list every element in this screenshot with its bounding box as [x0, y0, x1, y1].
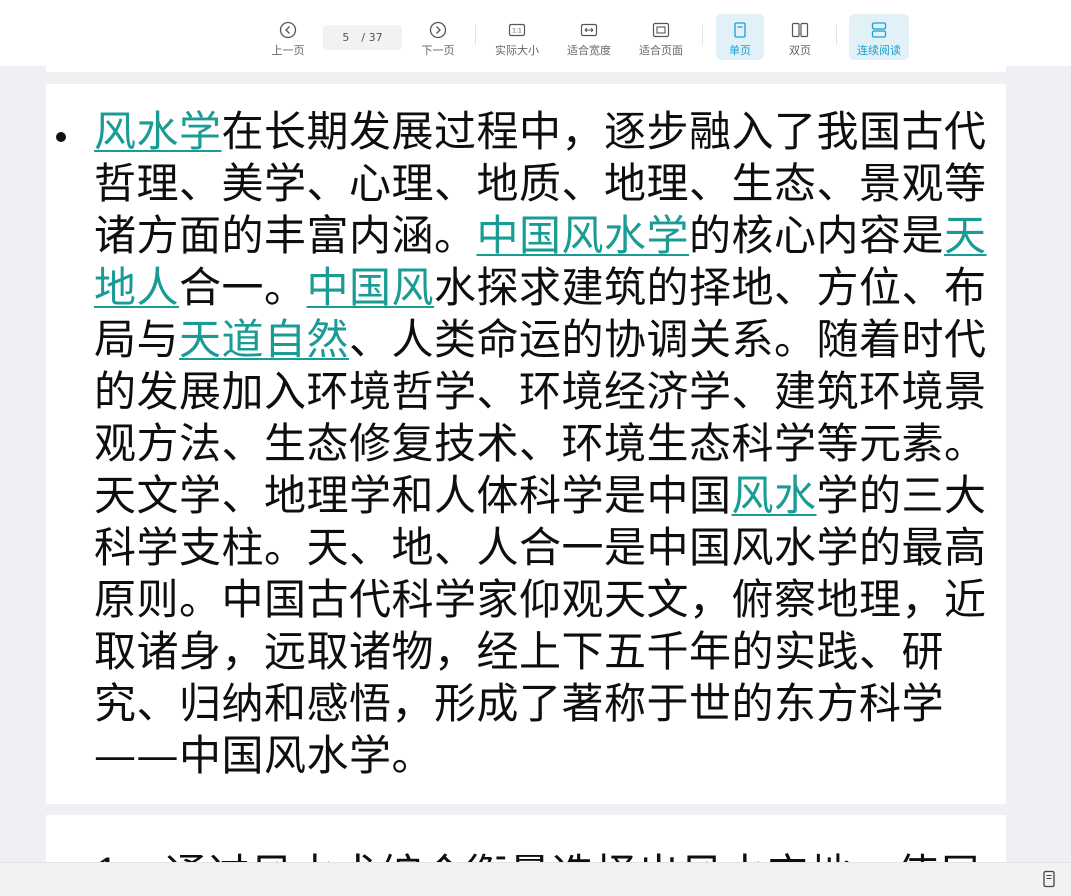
- keyword-link-fengshuixue[interactable]: 风水学: [94, 107, 222, 156]
- single-page-button[interactable]: 单页: [716, 14, 764, 60]
- continuous-read-icon: [871, 22, 887, 38]
- actual-size-label: 实际大小: [495, 44, 539, 57]
- fit-page-button[interactable]: 适合页面: [633, 14, 689, 60]
- status-bar: [0, 862, 1071, 896]
- one-to-one-icon: 1:1: [508, 23, 526, 37]
- next-page-button[interactable]: 下一页: [414, 14, 462, 60]
- svg-text:1:1: 1:1: [512, 28, 522, 35]
- paragraph-text: 合一。: [179, 263, 307, 312]
- single-page-label: 单页: [729, 44, 751, 57]
- fit-width-label: 适合宽度: [567, 44, 611, 57]
- next-page-top: 1、通过风水术综合衡量选择出风水宝地，使居: [46, 815, 1006, 865]
- paragraph-text: 的核心内容是: [689, 211, 945, 260]
- page-number-field[interactable]: 5 / 37: [323, 25, 402, 50]
- keyword-link-tiandaoziran[interactable]: 天道自然: [179, 315, 349, 364]
- total-pages: / 37: [361, 31, 383, 44]
- viewer-toolbar: 上一页 5 / 37 下一页 1:1 实际大小 适合宽度 适合页面 单页 双页 …: [0, 0, 1071, 66]
- continuous-read-button[interactable]: 连续阅读: [849, 14, 909, 60]
- document-page: 风水学在长期发展过程中，逐步融入了我国古代哲理、美学、心理、地质、地理、生态、景…: [46, 84, 1006, 804]
- chevron-left-circle-icon: [279, 21, 297, 39]
- actual-size-button[interactable]: 1:1 实际大小: [489, 14, 545, 60]
- keyword-link-zhongguofeng[interactable]: 中国风: [307, 263, 435, 312]
- fit-page-label: 适合页面: [639, 44, 683, 57]
- double-page-label: 双页: [789, 44, 811, 57]
- toolbar-divider: [836, 25, 837, 45]
- fit-page-icon: [652, 22, 670, 38]
- document-icon[interactable]: [1039, 869, 1059, 889]
- keyword-link-fengshui[interactable]: 风水: [732, 471, 817, 520]
- chevron-right-circle-icon: [429, 21, 447, 39]
- bullet-point: [56, 132, 66, 142]
- next-page-label: 下一页: [421, 44, 455, 57]
- prev-page-button[interactable]: 上一页: [264, 14, 312, 60]
- toolbar-divider: [475, 25, 476, 45]
- fit-width-icon: [580, 23, 598, 37]
- toolbar-divider: [702, 25, 703, 45]
- fit-width-button[interactable]: 适合宽度: [561, 14, 617, 60]
- previous-page-bottom: [46, 66, 1006, 72]
- double-page-icon: [791, 22, 809, 38]
- current-page-number[interactable]: 5: [342, 31, 349, 44]
- body-paragraph: 风水学在长期发展过程中，逐步融入了我国古代哲理、美学、心理、地质、地理、生态、景…: [94, 106, 989, 782]
- single-page-icon: [734, 22, 746, 38]
- double-page-button[interactable]: 双页: [776, 14, 824, 60]
- prev-page-label: 上一页: [271, 44, 305, 57]
- continuous-read-label: 连续阅读: [857, 44, 901, 57]
- keyword-link-zhongguo-fengshuixue[interactable]: 中国风水学: [477, 211, 690, 260]
